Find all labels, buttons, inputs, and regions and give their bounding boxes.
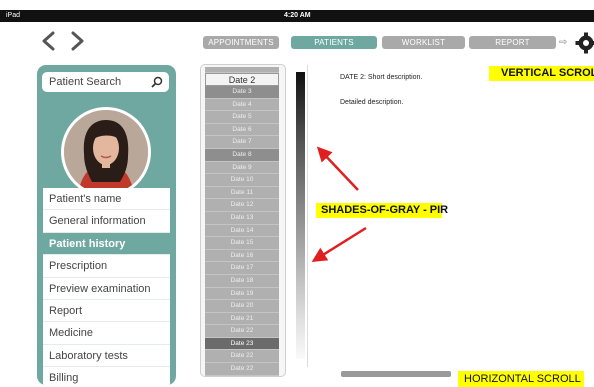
detailed-description: Detailed description. xyxy=(340,99,404,106)
horizontal-scroll-annotation: HORIZONTAL SCROLL xyxy=(458,371,584,387)
horizontal-scrollbar[interactable] xyxy=(341,371,451,377)
menu-item-laboratory-tests[interactable]: Laboratory tests xyxy=(43,344,170,368)
date-list[interactable]: Date 2 Date 3 Date 4 Date 5 Date 6 Date 7 Dat… xyxy=(200,64,286,377)
search-icon[interactable] xyxy=(151,76,163,88)
date-item[interactable]: Date 5 xyxy=(205,111,279,124)
tab-worklist[interactable]: WORKLIST xyxy=(382,36,465,49)
menu-item-general-information[interactable]: General information xyxy=(43,210,170,233)
date-prefix: DATE 2: xyxy=(340,74,366,81)
date-item[interactable]: Date 7 xyxy=(205,136,279,149)
date-item[interactable]: Date 12 xyxy=(205,199,279,212)
date-item[interactable]: Date 6 xyxy=(205,123,279,137)
patient-sidebar: Patient Search Patient's name General in… xyxy=(37,65,176,385)
back-chevron-icon[interactable] xyxy=(38,30,60,52)
short-description: DATE 2: Short description. xyxy=(340,74,422,81)
menu-item-patient-name[interactable]: Patient's name xyxy=(43,188,170,211)
date-item[interactable]: Date 13 xyxy=(205,211,279,225)
date-item[interactable]: Date 15 xyxy=(205,237,279,250)
forward-chevron-icon[interactable] xyxy=(66,30,88,52)
date-item[interactable]: Date 14 xyxy=(205,224,279,238)
tab-appointments[interactable]: APPOINTMENTS xyxy=(203,36,279,49)
date-item[interactable]: Date 3 xyxy=(205,86,279,99)
patient-menu: Patient's name General information Patie… xyxy=(43,188,170,385)
tab-scroll-arrow-icon[interactable]: ⇨ xyxy=(559,37,567,48)
menu-item-patient-history[interactable]: Patient history xyxy=(43,232,170,256)
menu-item-billing[interactable]: Billing xyxy=(43,367,170,385)
date-item[interactable]: Date 22 xyxy=(205,325,279,338)
menu-item-preview-examination[interactable]: Preview examination xyxy=(43,277,170,300)
vertical-scroll-annotation: VERTICAL SCROLL xyxy=(489,66,594,81)
date-item[interactable]: Date 20 xyxy=(205,300,279,313)
date-item[interactable]: Date 17 xyxy=(205,262,279,275)
menu-item-medicine[interactable]: Medicine xyxy=(43,322,170,345)
date-item[interactable]: Date 10 xyxy=(205,174,279,187)
menu-item-report[interactable]: Report xyxy=(43,299,170,323)
search-placeholder: Patient Search xyxy=(49,76,122,88)
date-item[interactable]: Date 16 xyxy=(205,249,279,263)
tab-report[interactable]: REPORT xyxy=(469,36,556,49)
patient-search-input[interactable]: Patient Search xyxy=(42,72,169,92)
date-item[interactable]: Date 9 xyxy=(205,161,279,175)
date-item[interactable]: Date 22 xyxy=(205,363,279,376)
date-item[interactable]: Date 23 xyxy=(205,337,279,351)
gear-icon[interactable] xyxy=(575,32,594,54)
date-item[interactable]: Date 21 xyxy=(205,312,279,326)
clock: 4:20 AM xyxy=(284,12,311,19)
date-column: Date 2 Date 3 Date 4 Date 5 Date 6 Date 7 Dat… xyxy=(205,67,279,376)
tab-patients[interactable]: PATIENTS xyxy=(291,36,377,49)
date-item[interactable]: Date 19 xyxy=(205,287,279,301)
date-item-selected[interactable]: Date 2 xyxy=(205,73,279,86)
date-item[interactable]: Date 8 xyxy=(205,148,279,162)
arrow-down-icon xyxy=(311,226,367,262)
menu-item-prescription[interactable]: Prescription xyxy=(43,255,170,278)
date-item[interactable]: Date 11 xyxy=(205,186,279,200)
device-label: iPad xyxy=(6,12,21,19)
date-item[interactable]: Date 4 xyxy=(205,98,279,112)
date-item[interactable]: Date 22 xyxy=(205,350,279,364)
annotation-arrows xyxy=(311,146,367,262)
date-item[interactable]: Date 18 xyxy=(205,274,279,288)
patient-avatar xyxy=(61,107,151,197)
status-bar: iPad 4:20 AM xyxy=(0,10,594,22)
short-description-text: Short description. xyxy=(367,74,423,81)
arrow-up-icon xyxy=(316,146,359,191)
